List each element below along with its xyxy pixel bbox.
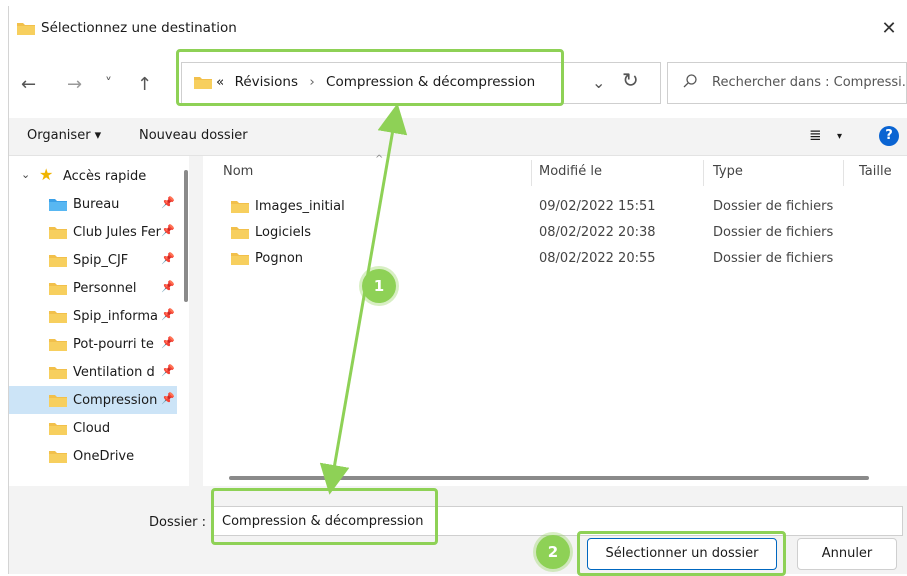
- pin-icon[interactable]: 📌: [161, 252, 175, 265]
- forward-icon[interactable]: →: [67, 74, 82, 95]
- recent-locations-icon[interactable]: ˅: [105, 76, 112, 92]
- file-modified: 08/02/2022 20:55: [539, 251, 656, 266]
- column-header-size[interactable]: Taille: [859, 164, 892, 179]
- folder-icon: [231, 227, 249, 239]
- view-caret-icon[interactable]: ▾: [837, 131, 842, 142]
- sidebar-item[interactable]: OneDrive: [9, 442, 177, 470]
- sidebar-item-label: Compression: [73, 393, 158, 408]
- sidebar-item[interactable]: Ventilation d 📌: [9, 358, 177, 386]
- sidebar-item-label: Ventilation d: [73, 365, 155, 380]
- pin-icon[interactable]: 📌: [161, 364, 175, 377]
- sidebar-item[interactable]: Cloud: [9, 414, 177, 442]
- file-name: Pognon: [255, 251, 304, 266]
- file-type: Dossier de fichiers: [713, 225, 834, 240]
- sidebar-item-label: OneDrive: [73, 449, 135, 464]
- folder-icon: [231, 201, 249, 213]
- sidebar-item-label: Spip_informa: [73, 309, 158, 324]
- sidebar-item-label: Bureau: [73, 197, 120, 212]
- help-icon[interactable]: ?: [879, 126, 899, 146]
- column-divider[interactable]: [531, 160, 532, 186]
- sidebar-item[interactable]: Personnel 📌: [9, 274, 177, 302]
- pin-icon[interactable]: 📌: [161, 308, 175, 321]
- new-folder-button[interactable]: Nouveau dossier: [139, 128, 248, 143]
- sidebar-scrollbar[interactable]: [184, 170, 188, 302]
- column-header-modified[interactable]: Modifié le: [539, 164, 602, 179]
- folder-icon: [49, 283, 67, 295]
- sidebar-item-label: Personnel: [73, 281, 137, 296]
- pin-icon[interactable]: 📌: [161, 336, 175, 349]
- sort-ascending-icon: ^: [375, 154, 384, 165]
- desktop-folder-icon: [49, 199, 67, 211]
- search-icon: [683, 74, 697, 88]
- sidebar-item[interactable]: Spip_informa 📌: [9, 302, 177, 330]
- refresh-icon[interactable]: ↻: [622, 68, 639, 92]
- sidebar-item-label: Accès rapide: [63, 169, 147, 184]
- window-title: Sélectionnez une destination: [41, 20, 237, 36]
- search-input[interactable]: Rechercher dans : Compressi...: [712, 75, 907, 90]
- pin-icon[interactable]: 📌: [161, 196, 175, 209]
- cancel-button[interactable]: Annuler: [797, 538, 897, 570]
- command-bar: Organiser ▾ Nouveau dossier ≣ ▾ ?: [9, 118, 907, 156]
- sidebar-item-label: Club Jules Fer: [73, 225, 161, 240]
- folder-icon: [49, 423, 67, 435]
- column-header-name[interactable]: Nom: [223, 164, 253, 179]
- file-modified: 09/02/2022 15:51: [539, 199, 656, 214]
- file-modified: 08/02/2022 20:38: [539, 225, 656, 240]
- folder-icon: [49, 339, 67, 351]
- highlight-select-button: [577, 531, 786, 576]
- table-row[interactable]: Images_initial 09/02/2022 15:51 Dossier de…: [203, 194, 907, 220]
- chevron-down-icon[interactable]: ⌄: [592, 73, 605, 92]
- pin-icon[interactable]: 📌: [161, 392, 175, 405]
- title-bar: Sélectionnez une destination ✕: [9, 6, 907, 52]
- highlight-address-bar: [176, 49, 564, 106]
- folder-icon: [49, 451, 67, 463]
- folder-icon: [49, 395, 67, 407]
- column-header-type[interactable]: Type: [713, 164, 743, 179]
- file-list: Nom ^ Modifié le Type Taille Images_init…: [203, 154, 907, 486]
- sidebar-item[interactable]: Club Jules Fer 📌: [9, 218, 177, 246]
- up-folder-icon[interactable]: ↑: [137, 74, 152, 95]
- search-box[interactable]: Rechercher dans : Compressi...: [667, 62, 907, 104]
- file-name: Images_initial: [255, 199, 345, 214]
- navigation-pane: ⌄ ★ Accès rapide Bureau 📌 Club Jules Fer 📌 S…: [9, 156, 189, 486]
- pin-icon[interactable]: 📌: [161, 224, 175, 237]
- horizontal-scrollbar[interactable]: [229, 476, 869, 480]
- sidebar-item-label: Cloud: [73, 421, 111, 436]
- folder-icon: [49, 311, 67, 323]
- sidebar-item[interactable]: Spip_CJF 📌: [9, 246, 177, 274]
- folder-icon: [231, 253, 249, 265]
- sidebar-item-quick-access[interactable]: ⌄ ★ Accès rapide: [9, 162, 177, 190]
- file-name: Logiciels: [255, 225, 311, 240]
- sidebar-item-label: Spip_CJF: [73, 253, 129, 268]
- folder-icon: [17, 23, 35, 35]
- view-options-icon[interactable]: ≣: [809, 126, 822, 144]
- step-badge-1: 1: [362, 269, 396, 303]
- pin-icon[interactable]: 📌: [161, 280, 175, 293]
- close-icon[interactable]: ✕: [876, 16, 902, 42]
- file-type: Dossier de fichiers: [713, 199, 834, 214]
- chevron-down-icon[interactable]: ⌄: [21, 168, 30, 181]
- sidebar-item[interactable]: Bureau 📌: [9, 190, 177, 218]
- table-row[interactable]: Logiciels 08/02/2022 20:38 Dossier de fich…: [203, 220, 907, 246]
- step-badge-2: 2: [536, 535, 570, 569]
- folder-icon: [49, 255, 67, 267]
- sidebar-item-label: Pot-pourri te: [73, 337, 154, 352]
- star-icon: ★: [39, 165, 54, 184]
- folder-icon: [49, 227, 67, 239]
- column-divider[interactable]: [703, 160, 704, 186]
- organize-menu[interactable]: Organiser ▾: [27, 128, 101, 143]
- folder-icon: [49, 367, 67, 379]
- folder-field-label: Dossier :: [149, 515, 206, 530]
- sidebar-item[interactable]: Pot-pourri te 📌: [9, 330, 177, 358]
- back-icon[interactable]: ←: [21, 74, 36, 95]
- column-divider[interactable]: [843, 160, 844, 186]
- table-row[interactable]: Pognon 08/02/2022 20:55 Dossier de fichier…: [203, 246, 907, 272]
- sidebar-item[interactable]: Compression 📌: [9, 386, 177, 414]
- file-type: Dossier de fichiers: [713, 251, 834, 266]
- highlight-folder-input: [211, 488, 438, 545]
